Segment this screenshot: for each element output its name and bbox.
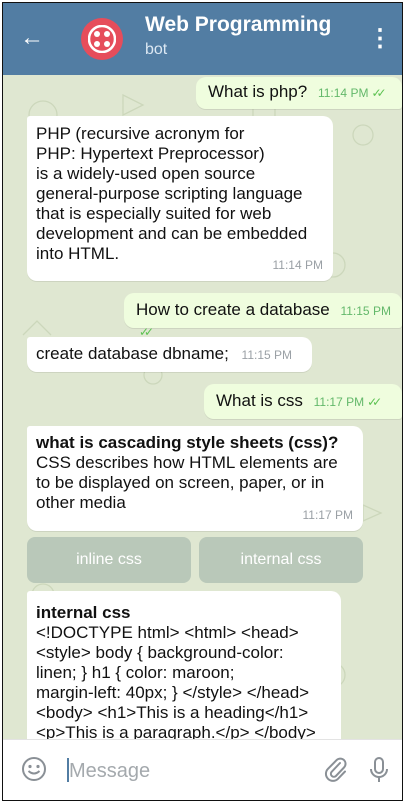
message-text: What is css [216, 391, 303, 410]
message-line: PHP: Hypertext Preprocessor) [36, 144, 265, 163]
message-text: How to create a database [136, 300, 330, 319]
message-text: What is php? [208, 82, 308, 101]
inline-button-label: inline css [76, 551, 142, 568]
message-line: to be displayed on screen, paper, or in [36, 473, 325, 492]
message-time: 11:15 PM [340, 304, 391, 318]
message-time: 11:15 PM [241, 348, 293, 362]
more-menu-button[interactable]: ⋮ [368, 21, 392, 55]
message-line: <body> <h1>This is a heading</h1> [36, 703, 309, 722]
message-incoming[interactable]: what is cascading style sheets (css)? CS… [27, 426, 363, 531]
message-line: <!DOCTYPE html> <html> <head> [36, 623, 299, 642]
read-check-icon: ✓✓ [367, 395, 382, 409]
paperclip-icon[interactable] [323, 756, 349, 784]
message-incoming[interactable]: create database dbname; 11:15 PM [27, 337, 312, 372]
app-frame: ← Web Programming bot ⋮ What is php? 11:… [2, 2, 403, 801]
message-line: margin-left: 40px; } </style> </head> [36, 683, 310, 702]
bot-avatar-icon [88, 25, 116, 53]
inline-button-inline-css[interactable]: inline css [27, 537, 191, 583]
chat-subtitle: bot [145, 41, 168, 58]
message-line: is a widely-used open source [36, 164, 256, 183]
inline-button-label: internal css [240, 551, 322, 568]
read-check-icon: ✓✓ [371, 86, 386, 100]
message-list[interactable]: What is php? 11:14 PM ✓✓ PHP (recursive a… [3, 75, 402, 740]
message-line: PHP (recursive acronym for [36, 124, 245, 143]
smiley-icon[interactable] [21, 756, 47, 782]
message-incoming[interactable]: PHP (recursive acronym for PHP: Hypertex… [27, 116, 333, 281]
message-line: <p>This is a paragraph.</p> </body> [36, 723, 316, 740]
message-heading: internal css [36, 603, 131, 622]
message-input[interactable] [67, 758, 291, 784]
message-outgoing[interactable]: How to create a database 11:15 PM✓✓ [124, 293, 402, 339]
message-time: 11:17 PM [313, 395, 365, 409]
message-outgoing[interactable]: What is php? 11:14 PM ✓✓ [196, 77, 402, 109]
chat-header: ← Web Programming bot ⋮ [3, 3, 402, 75]
inline-button-internal-css[interactable]: internal css [199, 537, 363, 583]
back-button[interactable]: ← [17, 23, 47, 53]
message-line: <style> body { background-color: [36, 643, 284, 662]
microphone-icon[interactable] [368, 756, 390, 784]
text-cursor [67, 758, 69, 782]
message-heading: what is cascading style sheets (css)? [36, 433, 339, 452]
message-outgoing[interactable]: What is css 11:17 PM ✓✓ [204, 384, 402, 419]
message-time: 11:17 PM [302, 508, 353, 522]
message-line: that is especially suited for web [36, 204, 272, 223]
message-line: CSS describes how HTML elements are [36, 453, 338, 472]
more-vertical-icon: ⋮ [368, 24, 392, 52]
message-text: create database dbname; [36, 344, 229, 363]
message-line: development and can be embedded [36, 224, 308, 243]
avatar[interactable] [81, 18, 123, 60]
message-incoming[interactable]: internal css <!DOCTYPE html> <html> <hea… [27, 591, 341, 740]
message-time: 11:14 PM [272, 258, 323, 272]
arrow-left-icon: ← [20, 24, 44, 51]
message-line: general-purpose scripting language [36, 184, 303, 203]
message-time: 11:14 PM [317, 86, 369, 100]
message-input-bar [3, 739, 402, 800]
message-line: linen; } h1 { color: maroon; [36, 663, 235, 682]
chat-title[interactable]: Web Programming [145, 13, 331, 37]
